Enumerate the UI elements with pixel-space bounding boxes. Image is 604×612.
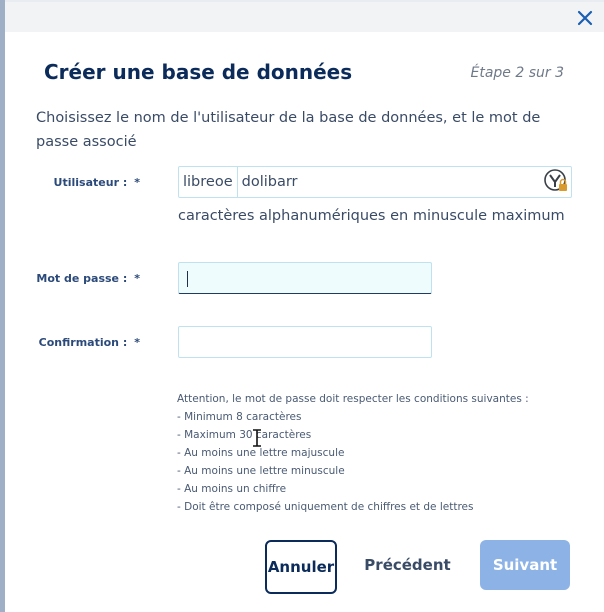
cancel-button[interactable]: Annuler	[265, 540, 337, 594]
password-manager-lock-icon[interactable]	[544, 169, 569, 194]
password-input[interactable]	[178, 262, 432, 294]
password-label: Mot de passe : *	[36, 272, 140, 285]
previous-button[interactable]: Précédent	[361, 540, 454, 590]
step-indicator: Étape 2 sur 3	[470, 65, 564, 81]
password-confirmation-input[interactable]	[178, 326, 432, 358]
password-rule: - Minimum 8 caractères	[177, 411, 302, 423]
username-prefix: libreoe	[179, 167, 238, 197]
close-button[interactable]	[574, 7, 596, 29]
required-marker: *	[134, 272, 140, 285]
dialog-description: Choisissez le nom de l'utilisateur de la…	[36, 110, 541, 150]
password-rule: - Doit être composé uniquement de chiffr…	[177, 501, 474, 513]
next-button[interactable]: Suivant	[480, 540, 570, 590]
text-caret	[187, 271, 188, 287]
required-marker: *	[134, 176, 140, 189]
password-rule: - Au moins une lettre majuscule	[177, 447, 345, 459]
dialog-title: Créer une base de données	[44, 60, 353, 84]
username-hint: caractères alphanumériques en minuscule …	[178, 208, 565, 224]
password-rule: - Au moins un chiffre	[177, 483, 287, 495]
text-cursor-icon	[253, 429, 261, 447]
password-rules: Attention, le mot de passe doit respecte…	[177, 390, 529, 516]
password-rules-intro: Attention, le mot de passe doit respecte…	[177, 393, 529, 405]
create-database-dialog: Créer une base de données Étape 2 sur 3 …	[5, 2, 604, 612]
dialog-topbar	[5, 2, 604, 32]
username-field[interactable]: libreoe dolibarr	[178, 166, 572, 198]
password-rule: - Au moins une lettre minuscule	[177, 465, 345, 477]
username-value[interactable]: dolibarr	[238, 174, 571, 190]
password-rule: - Maximum 30 caractères	[177, 429, 312, 441]
required-marker: *	[134, 336, 140, 349]
user-label: Utilisateur : *	[53, 176, 140, 189]
confirmation-label: Confirmation : *	[38, 336, 140, 349]
close-icon	[577, 10, 593, 26]
